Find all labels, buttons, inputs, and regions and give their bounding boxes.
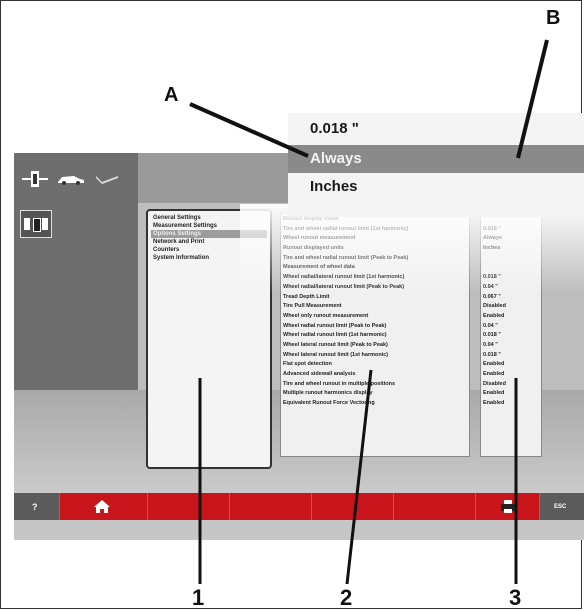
callout-1: 1 <box>192 585 205 610</box>
callout-2: 2 <box>340 585 353 610</box>
callout-b: B <box>546 7 561 29</box>
callout-lines <box>189 39 549 585</box>
callout-3: 3 <box>509 585 522 610</box>
callout-a: A <box>164 84 179 106</box>
